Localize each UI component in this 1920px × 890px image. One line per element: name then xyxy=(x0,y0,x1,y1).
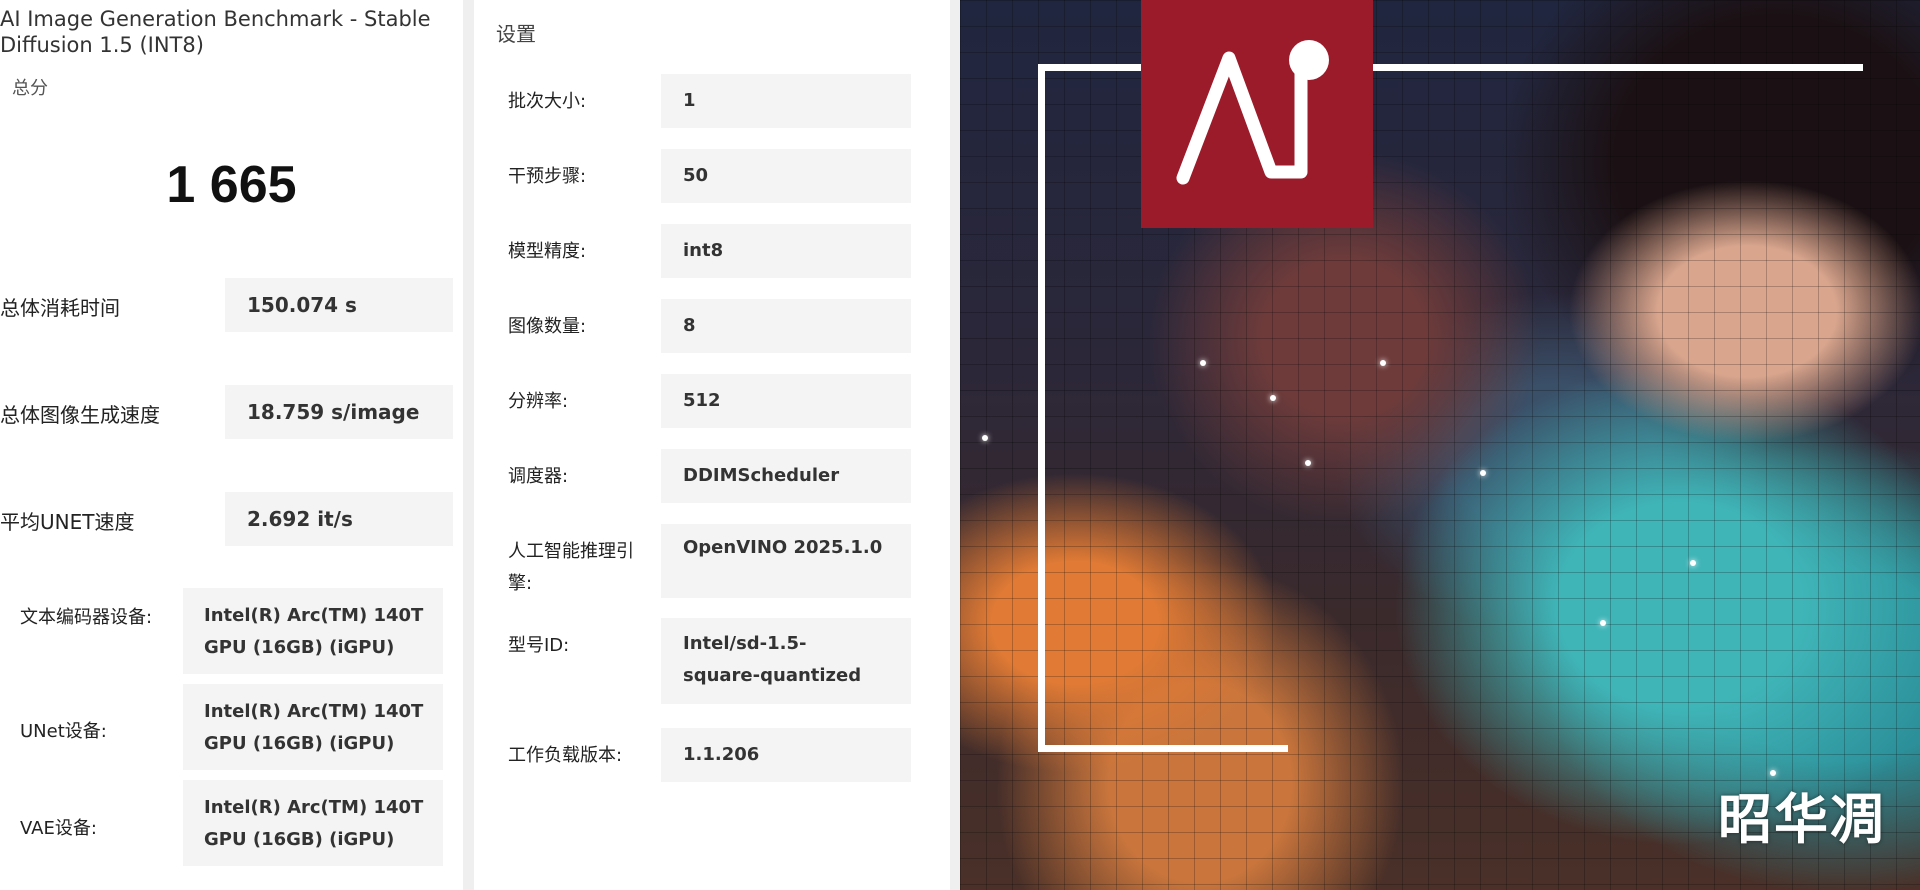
setting-value-scheduler: DDIMScheduler xyxy=(661,449,911,503)
setting-value-inference-engine: OpenVINO 2025.1.0 xyxy=(661,524,911,598)
setting-label-precision: 模型精度: xyxy=(508,241,587,262)
metric-label-image-speed: 总体图像生成速度 xyxy=(0,403,160,427)
device-label-vae: VAE设备: xyxy=(20,818,97,839)
score-value: 1 665 xyxy=(166,156,297,214)
metric-label-unet-speed: 平均UNET速度 xyxy=(0,510,135,534)
setting-value-model-id: Intel/sd-1.5-square-quantized xyxy=(661,618,911,704)
device-label-text-encoder: 文本编码器设备: xyxy=(20,607,153,628)
setting-value-image-count: 8 xyxy=(661,299,911,353)
device-value-unet: Intel(R) Arc(TM) 140T GPU (16GB) (iGPU) xyxy=(183,684,443,770)
device-value-text-encoder: Intel(R) Arc(TM) 140T GPU (16GB) (iGPU) xyxy=(183,588,443,674)
ai-logo xyxy=(1141,0,1373,228)
setting-label-model-id: 型号ID: xyxy=(508,635,570,656)
setting-label-image-count: 图像数量: xyxy=(508,316,587,337)
ai-logo-icon xyxy=(1176,40,1329,185)
setting-label-workload-version: 工作负载版本: xyxy=(508,745,623,766)
metric-value-unet-speed: 2.692 it/s xyxy=(225,492,453,546)
settings-panel: 设置 批次大小: 1 干预步骤: 50 模型精度: int8 图像数量: 8 分… xyxy=(474,0,950,890)
setting-value-steps: 50 xyxy=(661,149,911,203)
score-label: 总分 xyxy=(12,78,48,99)
setting-value-precision: int8 xyxy=(661,224,911,278)
settings-title: 设置 xyxy=(496,22,536,46)
metric-label-total-time: 总体消耗时间 xyxy=(0,296,120,320)
white-frame-top-right xyxy=(1703,64,1863,71)
setting-label-batch-size: 批次大小: xyxy=(508,91,587,112)
setting-label-inference-engine: 人工智能推理引擎: xyxy=(508,541,634,594)
setting-value-batch-size: 1 xyxy=(661,74,911,128)
setting-label-resolution: 分辨率: xyxy=(508,391,569,412)
hero-promo-image: 昭华凋 xyxy=(960,0,1920,890)
white-frame-bottom xyxy=(1038,745,1288,752)
metric-value-image-speed: 18.759 s/image xyxy=(225,385,453,439)
setting-value-resolution: 512 xyxy=(661,374,911,428)
setting-label-scheduler: 调度器: xyxy=(508,466,569,487)
results-panel: AI Image Generation Benchmark - Stable D… xyxy=(0,0,463,890)
light-speck xyxy=(982,435,988,441)
device-value-vae: Intel(R) Arc(TM) 140T GPU (16GB) (iGPU) xyxy=(183,780,443,866)
setting-label-steps: 干预步骤: xyxy=(508,166,587,187)
watermark-text: 昭华凋 xyxy=(1718,788,1886,851)
device-label-unet: UNet设备: xyxy=(20,721,107,742)
metric-value-total-time: 150.074 s xyxy=(225,278,453,332)
setting-value-workload-version: 1.1.206 xyxy=(661,728,911,782)
benchmark-title: AI Image Generation Benchmark - Stable D… xyxy=(0,7,431,57)
